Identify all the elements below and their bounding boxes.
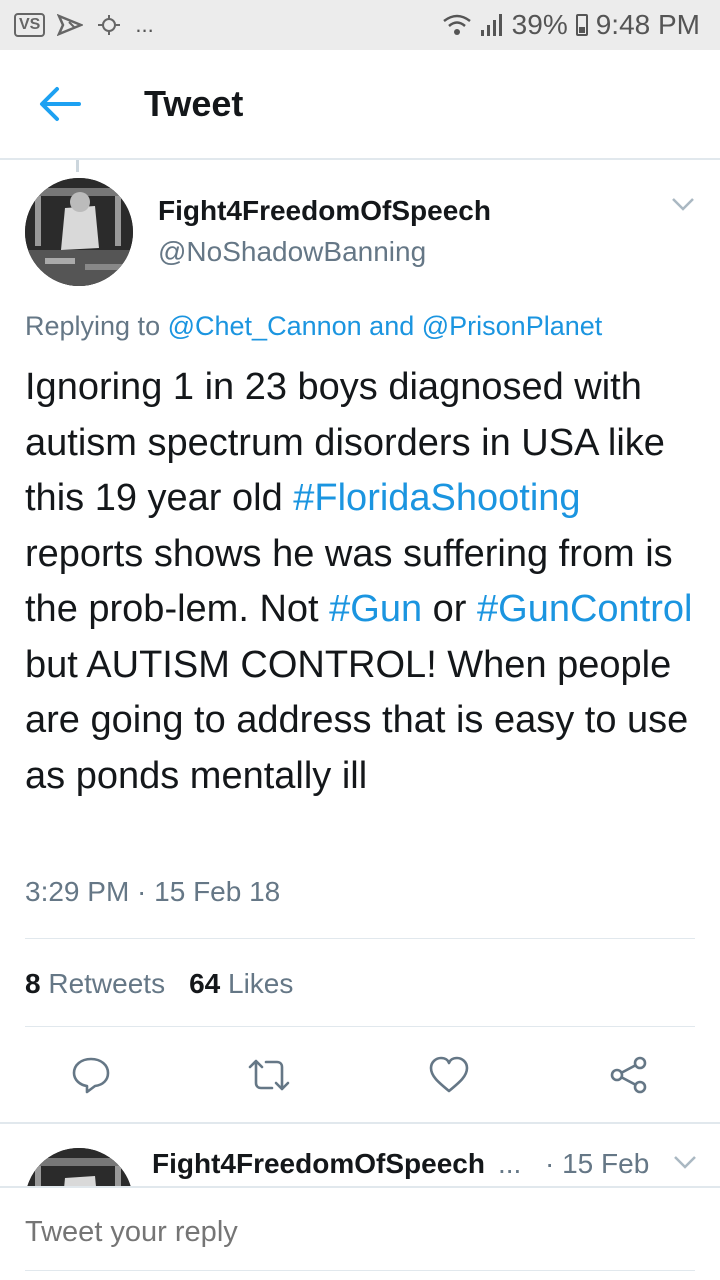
- battery-percent: 39%: [511, 9, 568, 40]
- user-handle[interactable]: @NoShadowBanning: [158, 236, 426, 268]
- avatar-photo: [25, 1148, 133, 1186]
- clock: 9:48 PM: [595, 9, 700, 40]
- display-name[interactable]: Fight4FreedomOfSpeech: [158, 195, 491, 227]
- heart-icon: [429, 1056, 469, 1093]
- tweet-text-part-4: but AUTISM CONTROL! When people are goin…: [25, 643, 689, 797]
- tweet-menu-button[interactable]: [670, 196, 696, 217]
- divider: [25, 938, 695, 939]
- reply-button[interactable]: [66, 1050, 116, 1100]
- share-icon: [610, 1056, 647, 1094]
- tweet-text: Ignoring 1 in 23 boys diagnosed with aut…: [25, 360, 705, 804]
- divider: [25, 1026, 695, 1027]
- back-arrow-icon: [40, 87, 81, 121]
- avatar-photo: [25, 178, 133, 286]
- reply-tweet-preview[interactable]: Fight4FreedomOfSpeech ... · 15 Feb: [0, 1124, 720, 1186]
- thread-line: [76, 160, 79, 172]
- reply-display-name[interactable]: Fight4FreedomOfSpeech: [152, 1148, 485, 1180]
- reply-date: · 15 Feb: [545, 1148, 650, 1179]
- tweet-actions: [0, 1050, 720, 1100]
- retweets-count: 8: [25, 968, 41, 999]
- status-bar: VS ... 39% 9:48 PM: [0, 0, 720, 50]
- app-header: Tweet: [0, 50, 720, 160]
- page-title: Tweet: [144, 83, 244, 124]
- tweet-text-part-3: or: [422, 588, 478, 630]
- retweet-icon: [248, 1059, 290, 1091]
- vs-app-icon: VS: [14, 13, 46, 37]
- share-button[interactable]: [604, 1050, 654, 1100]
- retweet-button[interactable]: [244, 1050, 294, 1100]
- reply-and[interactable]: and: [369, 311, 414, 341]
- replying-prefix: Replying to: [25, 311, 161, 341]
- sync-notification-icon: [98, 15, 121, 35]
- status-right: 39% 9:48 PM: [442, 9, 700, 41]
- likes-stat[interactable]: 64 Likes: [189, 968, 293, 1000]
- reply-composer: [0, 1186, 720, 1280]
- hashtag-gun[interactable]: #Gun: [329, 588, 422, 630]
- avatar[interactable]: [25, 178, 133, 286]
- hashtag-guncontrol[interactable]: #GunControl: [477, 588, 692, 630]
- reply-input-underline: [25, 1270, 695, 1271]
- more-notifications: ...: [135, 12, 154, 37]
- back-button[interactable]: [0, 49, 120, 159]
- chevron-down-icon: [674, 1156, 696, 1169]
- signal-icon: [480, 14, 502, 36]
- status-left: VS ...: [14, 12, 154, 38]
- tweet-timestamp[interactable]: 3:29 PM · 15 Feb 18: [25, 876, 280, 908]
- like-button[interactable]: [424, 1050, 474, 1100]
- wifi-icon: [442, 14, 471, 35]
- hashtag-floridashooting[interactable]: #FloridaShooting: [293, 477, 580, 519]
- reply-name-ellipsis: ...: [498, 1148, 522, 1179]
- chevron-down-icon: [672, 198, 694, 211]
- send-notification-icon: [57, 14, 84, 36]
- reply-mention-1[interactable]: @Chet_Cannon: [168, 311, 362, 341]
- likes-count: 64: [189, 968, 221, 999]
- reply-input[interactable]: [25, 1216, 695, 1249]
- likes-label: Likes: [228, 968, 294, 999]
- tweet-stats: 8 Retweets 64 Likes: [25, 968, 293, 1000]
- retweets-label: Retweets: [48, 968, 166, 999]
- replying-to: Replying to @Chet_Cannon and @PrisonPlan…: [25, 311, 602, 342]
- battery-icon: [575, 14, 588, 36]
- reply-menu-button[interactable]: [672, 1154, 698, 1175]
- avatar[interactable]: [25, 1148, 133, 1186]
- reply-mention-2[interactable]: @PrisonPlanet: [422, 311, 603, 341]
- retweets-stat[interactable]: 8 Retweets: [25, 968, 165, 1000]
- reply-icon: [72, 1057, 110, 1094]
